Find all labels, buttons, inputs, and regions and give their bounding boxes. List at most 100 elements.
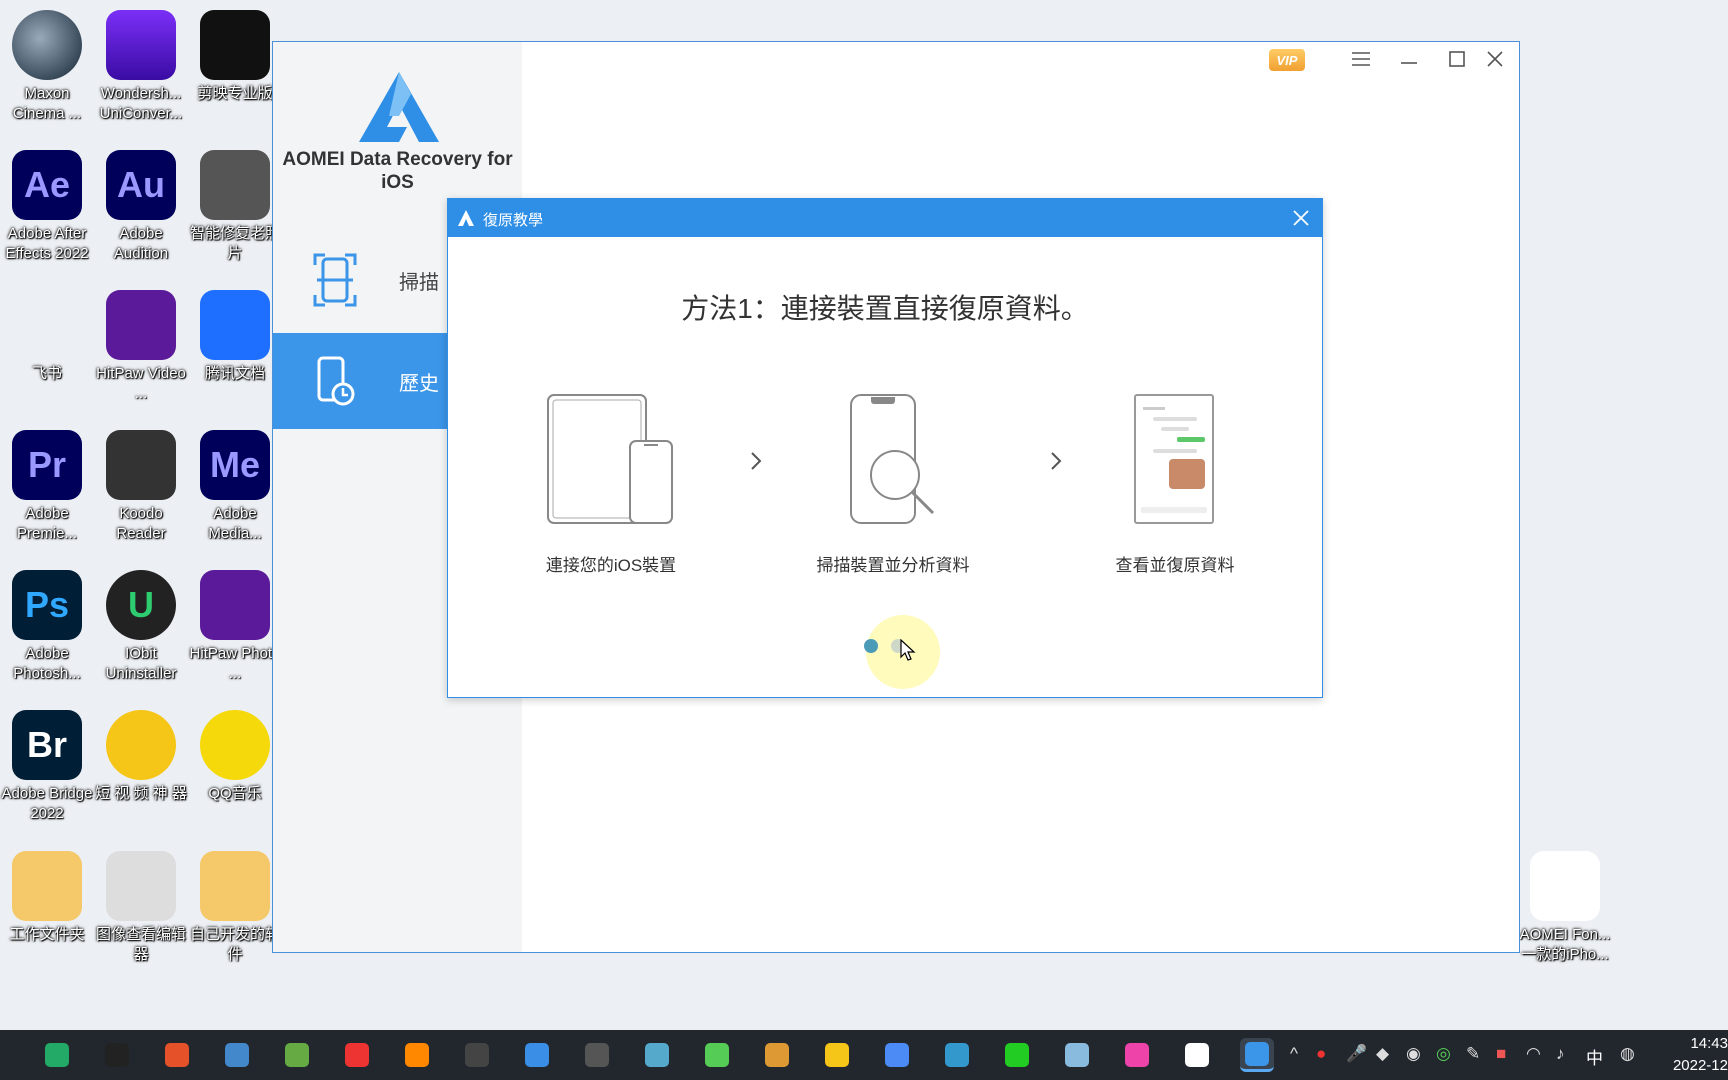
qq-music-icon[interactable] (1000, 1038, 1034, 1072)
desktop-icon[interactable]: 剪映专业版 (188, 4, 282, 104)
printer-icon[interactable] (220, 1038, 254, 1072)
pen-icon[interactable]: ✎ (1466, 1044, 1480, 1064)
clock-time: 14:43 (1690, 1035, 1728, 1052)
aomei-logo-icon (458, 210, 474, 226)
cloud-drive-icon[interactable] (1060, 1038, 1094, 1072)
desktop-icon-label: 图像查看编辑器 (95, 926, 186, 963)
desktop-icon-label: QQ音乐 (208, 785, 262, 802)
record-icon[interactable]: ● (1316, 1044, 1326, 1064)
feishu-icon[interactable] (280, 1038, 314, 1072)
chrome-icon[interactable] (880, 1038, 914, 1072)
password-manager-icon[interactable] (580, 1038, 614, 1072)
minimize-icon (1401, 62, 1417, 64)
desktop-icon-label: Adobe Photosh... (13, 645, 81, 682)
taskbar-app-glyph (645, 1043, 669, 1067)
desktop-icon[interactable]: 智能修复老照片 (188, 144, 282, 264)
step-view-recover: 查看並復原資料 (1075, 389, 1275, 576)
minimize-button[interactable] (1387, 42, 1431, 76)
clock-date: 2022-12 (1672, 1057, 1728, 1074)
desktop-icon[interactable]: Maxon Cinema ... (0, 4, 94, 124)
desktop-icon[interactable]: 自己开发的软件 (188, 845, 282, 965)
taskbar-app-glyph (825, 1043, 849, 1067)
tray-expand-icon[interactable]: ^ (1290, 1044, 1298, 1064)
package-icon[interactable] (760, 1038, 794, 1072)
taskbar-app-glyph (225, 1043, 249, 1067)
aomei-fonetool-icon (1530, 851, 1600, 921)
step-label: 連接您的iOS裝置 (545, 556, 677, 575)
desktop-icon-label: 飞书 (31, 365, 62, 382)
taskbar-app-glyph (1065, 1043, 1089, 1067)
pagination-dot-1[interactable] (864, 639, 878, 653)
koodo-icon[interactable] (100, 1038, 134, 1072)
desktop-icon[interactable]: 短 视 频 神 器 (94, 704, 188, 804)
aomei-icon[interactable] (1240, 1038, 1274, 1072)
dialog-header: 復原教學 (448, 199, 1322, 237)
desktop-icon[interactable]: 工作文件夹 (0, 845, 94, 945)
chevron-right-icon (1051, 452, 1062, 470)
windows-defender-icon[interactable] (40, 1038, 74, 1072)
desktop-icon[interactable]: U IObit Uninstaller (94, 564, 188, 684)
obs-studio-icon[interactable] (460, 1038, 494, 1072)
after-effects-icon: Ae (12, 150, 82, 220)
clock[interactable]: 14:43 2022-12 (1658, 1033, 1728, 1077)
desktop-icon[interactable]: Koodo Reader (94, 424, 188, 544)
vip-badge[interactable]: VIP (1269, 49, 1305, 71)
desktop-icon[interactable]: HitPaw Video ... (94, 284, 188, 404)
taskbar-app-glyph (165, 1043, 189, 1067)
taskbar-app-glyph (465, 1043, 489, 1067)
taskbar-app-glyph (1185, 1043, 1209, 1067)
desktop-icon[interactable]: HitPaw Photo ... (188, 564, 282, 684)
step-connect: 連接您的iOS裝置 (511, 389, 711, 576)
cat-app-icon[interactable] (1180, 1038, 1214, 1072)
search-tool-icon[interactable] (400, 1038, 434, 1072)
desktop: Maxon Cinema ... Wondersh... UniConver...… (0, 0, 1728, 1030)
microphone-icon[interactable]: 🎤 (1346, 1044, 1367, 1064)
step-label: 掃描裝置並分析資料 (816, 556, 970, 575)
desktop-icon[interactable]: Wondersh... UniConver... (94, 4, 188, 124)
dialog-close-icon[interactable] (1290, 207, 1312, 229)
capcut-icon (200, 10, 270, 80)
obs-recorder-icon[interactable] (340, 1038, 374, 1072)
wifi-icon[interactable]: ◠ (1526, 1044, 1541, 1064)
qq-icon[interactable]: ◉ (1406, 1044, 1421, 1064)
app-title: AOMEI Data Recovery for iOS (282, 149, 513, 193)
desktop-icon[interactable]: AOMEI Fon... 一款的iPho... (1518, 845, 1612, 965)
desktop-icon[interactable]: 腾讯文档 (188, 284, 282, 384)
desktop-icon-label: AOMEI Fon... 一款的iPho... (1519, 926, 1611, 963)
file-explorer-icon[interactable] (820, 1038, 854, 1072)
desktop-icon-label: 智能修复老照片 (189, 225, 280, 262)
hitpaw-photo-icon (200, 570, 270, 640)
menu-button[interactable] (1339, 42, 1383, 76)
photo-repair-icon (200, 150, 270, 220)
desktop-icon[interactable]: Me Adobe Media... (188, 424, 282, 544)
desktop-icon[interactable]: QQ音乐 (188, 704, 282, 804)
feishu-docs-icon[interactable] (940, 1038, 974, 1072)
bird-app-icon[interactable] (640, 1038, 674, 1072)
taskbar-app-glyph (765, 1043, 789, 1067)
translate-icon[interactable] (520, 1038, 554, 1072)
desktop-icon[interactable]: 图像查看编辑器 (94, 845, 188, 965)
step-label: 查看並復原資料 (1115, 556, 1235, 575)
network-app-icon[interactable]: ◆ (1376, 1044, 1389, 1064)
input-method-icon[interactable]: ◍ (1620, 1044, 1635, 1064)
panda-app-icon[interactable] (700, 1038, 734, 1072)
foxit-tray-icon[interactable]: ■ (1496, 1044, 1506, 1064)
close-button[interactable] (1473, 42, 1517, 76)
wechat-icon[interactable]: ◎ (1436, 1044, 1451, 1064)
bridge-icon: Br (12, 710, 82, 780)
desktop-icon[interactable]: Ae Adobe After Effects 2022 (0, 144, 94, 264)
step-scan: 掃描裝置並分析資料 (793, 389, 993, 576)
desktop-icon[interactable]: Br Adobe Bridge 2022 (0, 704, 94, 824)
ime-indicator[interactable]: 中 (1586, 1044, 1603, 1069)
audition-icon: Au (106, 150, 176, 220)
foxit-icon[interactable] (160, 1038, 194, 1072)
desktop-icon[interactable]: Ps Adobe Photosh... (0, 564, 94, 684)
color-app-icon[interactable] (1120, 1038, 1154, 1072)
taskbar-app-glyph (885, 1043, 909, 1067)
desktop-icon[interactable]: Au Adobe Audition (94, 144, 188, 264)
taskbar-app-glyph (1005, 1043, 1029, 1067)
volume-icon[interactable]: ♪ (1556, 1044, 1565, 1064)
desktop-icon[interactable]: Pr Adobe Premie... (0, 424, 94, 544)
desktop-icon[interactable]: 飞书 (0, 284, 94, 384)
recovery-tutorial-dialog: 復原教學 方法1：連接裝置直接復原資料。 連接您的iOS裝置 掃描裝置並分析資料… (447, 198, 1323, 698)
